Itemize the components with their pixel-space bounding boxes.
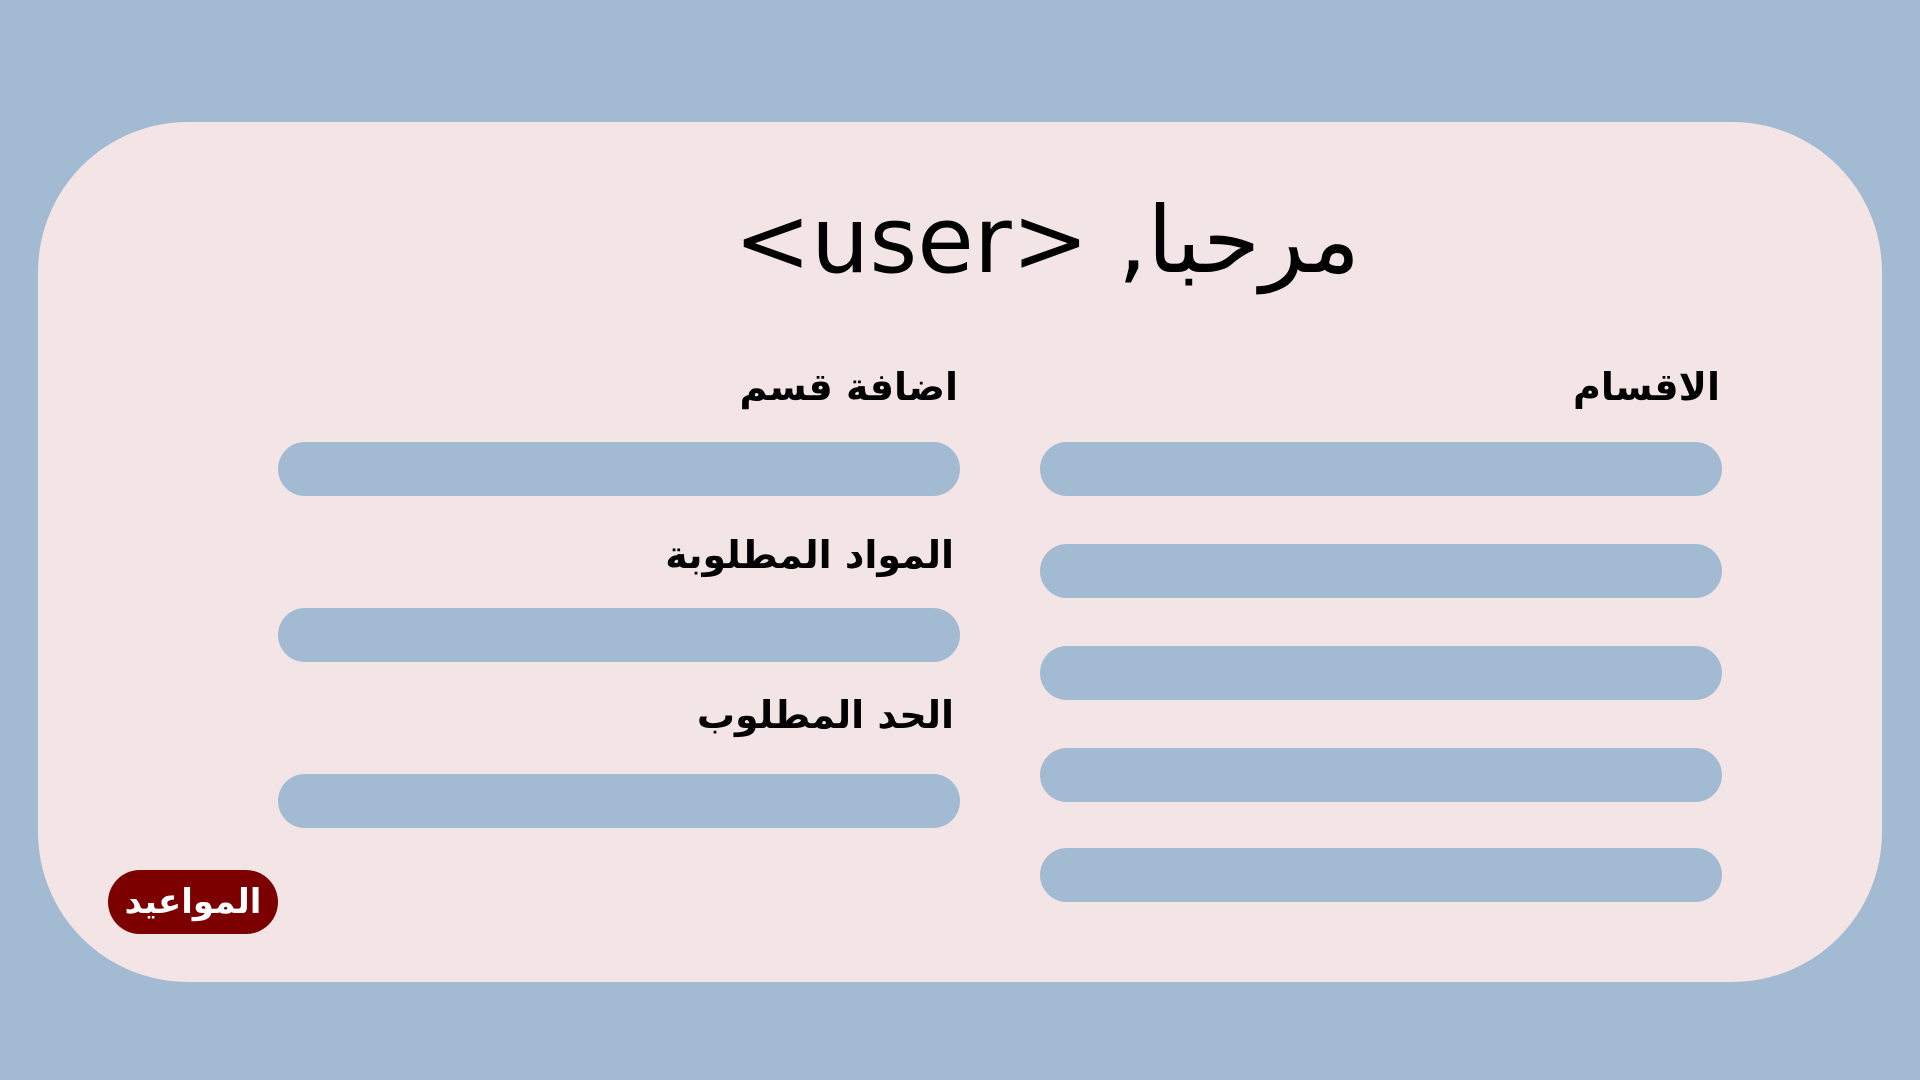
required-limit-input[interactable] (278, 774, 960, 828)
required-limit-label: الحد المطلوب (696, 693, 954, 737)
add-section-title: اضافة قسم (739, 365, 958, 409)
section-list-item[interactable] (1040, 646, 1722, 700)
required-materials-input[interactable] (278, 608, 960, 662)
section-list-item[interactable] (1040, 544, 1722, 598)
section-name-input[interactable] (278, 442, 960, 496)
section-list-item[interactable] (1040, 442, 1722, 496)
greeting-title: مرحبا, <user> (733, 187, 1360, 294)
section-list-item[interactable] (1040, 748, 1722, 802)
section-list-item[interactable] (1040, 848, 1722, 902)
appointments-button[interactable]: المواعيد (108, 870, 278, 934)
required-materials-label: المواد المطلوبة (665, 533, 954, 577)
sections-title: الاقسام (1573, 365, 1720, 409)
